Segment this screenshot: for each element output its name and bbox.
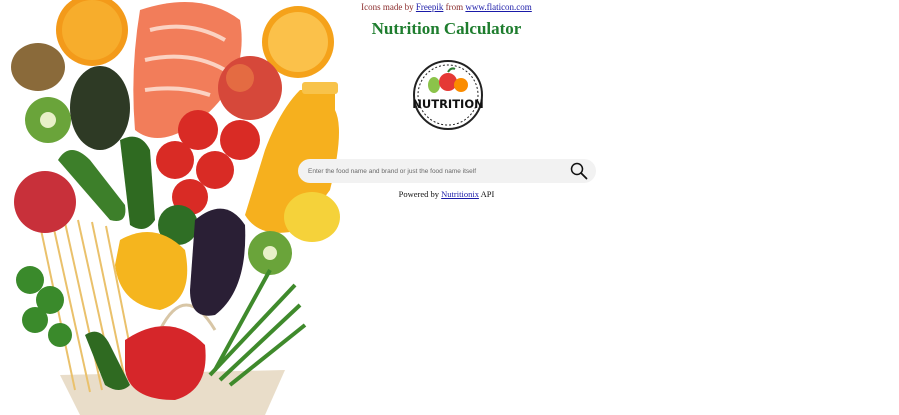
tomato (196, 151, 234, 189)
apple (218, 56, 282, 120)
tomato (156, 141, 194, 179)
kiwi-whole (11, 43, 65, 91)
tomato (220, 120, 260, 160)
red-pepper (125, 326, 206, 400)
apple-red (14, 171, 76, 233)
search-bar (298, 159, 596, 183)
hero-produce-image (0, 0, 355, 415)
powered-prefix: Powered by (398, 189, 440, 199)
parsley (16, 266, 72, 347)
credit-middle: from (445, 2, 464, 12)
icon-credit: Icons made by Freepik from www.flaticon.… (300, 2, 593, 12)
search-icon (570, 162, 588, 180)
avocado (70, 66, 130, 150)
cucumber (120, 136, 155, 229)
search-button[interactable] (566, 159, 592, 183)
credit-prefix: Icons made by (361, 2, 414, 12)
powered-by: Powered by Nutritionix API (300, 189, 593, 199)
fruit-basket-icon: NUTRITION (412, 60, 484, 130)
freepik-link[interactable]: Freepik (416, 2, 444, 12)
yellow-pepper (115, 232, 188, 310)
nutrition-logo: NUTRITION (401, 55, 495, 135)
produce-illustration (11, 0, 340, 415)
powered-suffix: API (480, 189, 495, 199)
nutritionix-link[interactable]: Nutritionix (441, 189, 479, 199)
lemon (284, 192, 340, 242)
search-input[interactable] (298, 166, 566, 176)
flaticon-link[interactable]: www.flaticon.com (465, 2, 531, 12)
eggplant (190, 208, 246, 316)
page-title: Nutrition Calculator (371, 19, 522, 38)
logo-text: NUTRITION (412, 97, 483, 111)
